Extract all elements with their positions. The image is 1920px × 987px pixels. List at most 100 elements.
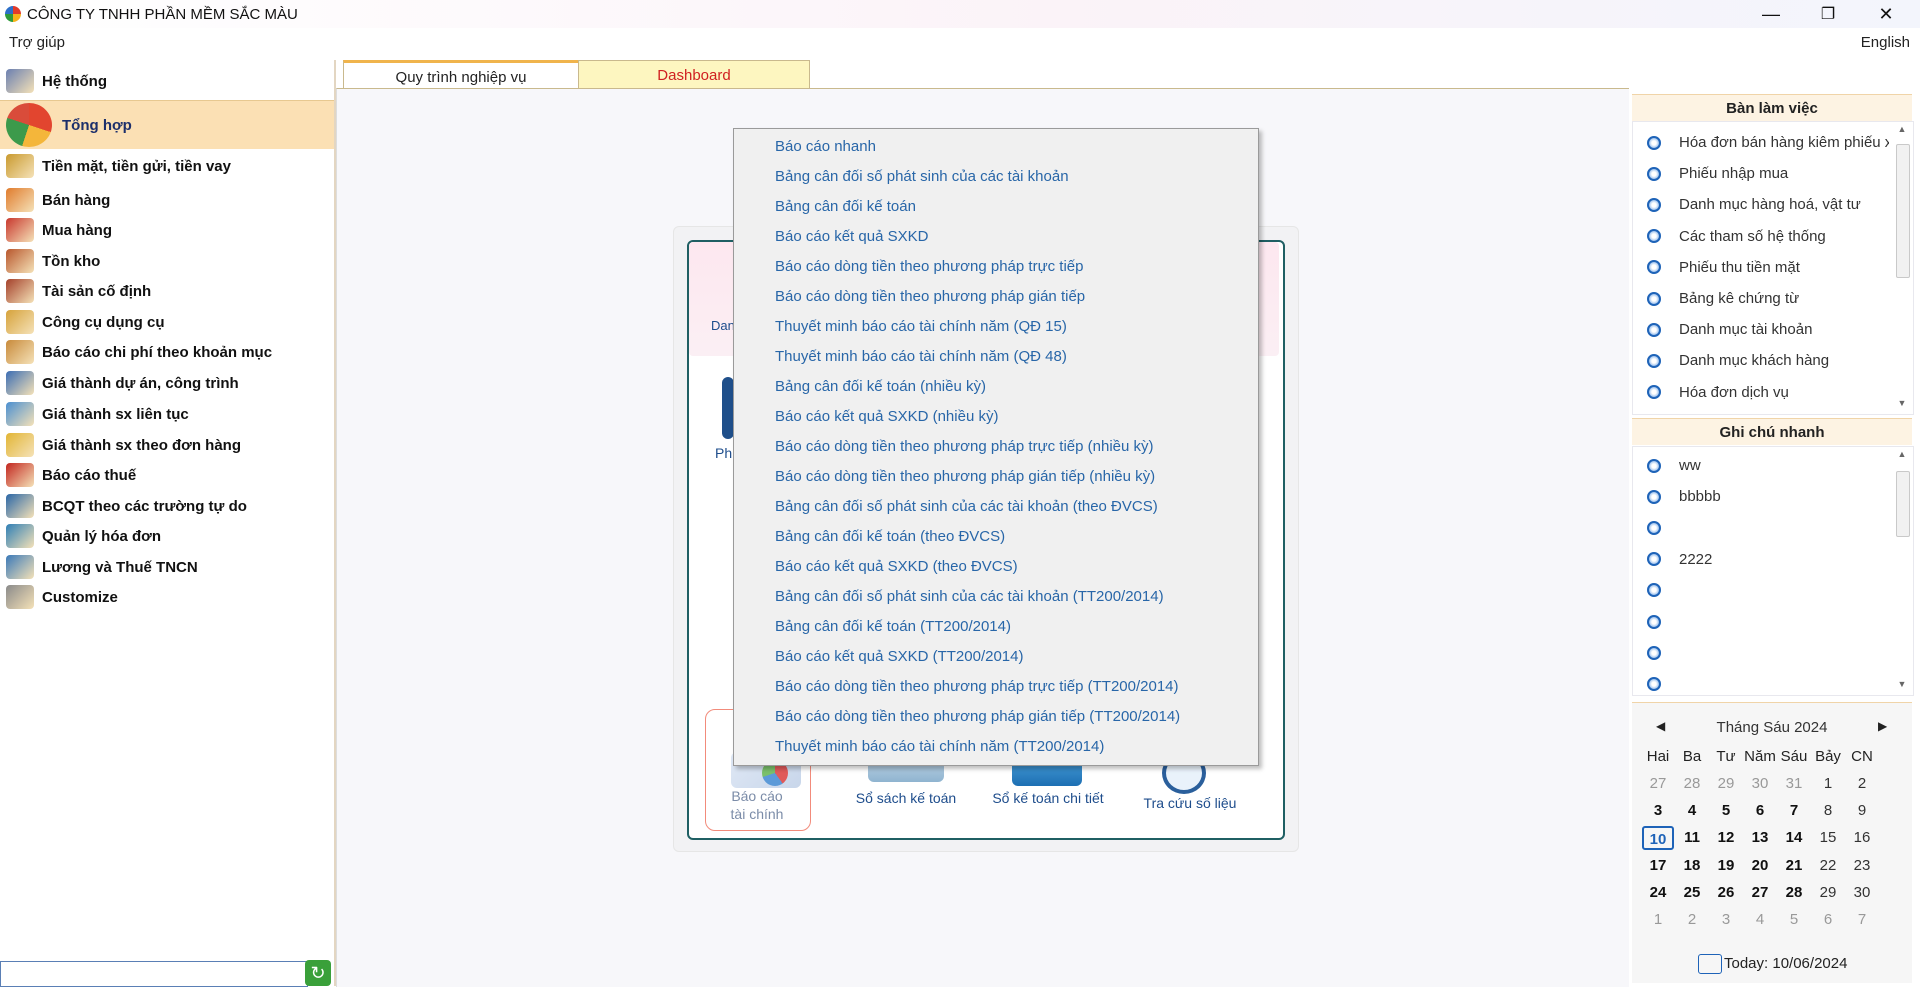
scroll-down-icon[interactable]: ▼ — [1895, 398, 1909, 408]
popup-menu-item[interactable]: Báo cáo kết quả SXKD (nhiều kỳ) — [775, 402, 998, 432]
calendar-day[interactable]: 28 — [1778, 881, 1810, 905]
nav-item[interactable]: Báo cáo chi phí theo khoản mục — [0, 335, 334, 369]
calendar-day[interactable]: 27 — [1744, 881, 1776, 905]
popup-menu-item[interactable]: Bảng cân đối số phát sinh của các tài kh… — [775, 162, 1069, 192]
nav-item[interactable]: Mua hàng — [0, 213, 334, 247]
nav-search-input[interactable] — [0, 961, 308, 987]
list-item[interactable] — [1633, 668, 1889, 695]
calendar-day[interactable]: 14 — [1778, 826, 1810, 850]
popup-menu-item[interactable]: Báo cáo nhanh — [775, 132, 876, 162]
calendar-day[interactable]: 7 — [1846, 908, 1878, 932]
scroll-down-icon[interactable]: ▼ — [1895, 679, 1909, 689]
calendar-day[interactable]: 8 — [1812, 799, 1844, 823]
list-item[interactable]: Danh mục khách hàng — [1633, 345, 1889, 376]
calendar-day[interactable]: 12 — [1710, 826, 1742, 850]
list-item[interactable] — [1633, 512, 1889, 543]
calendar-day[interactable]: 25 — [1676, 881, 1708, 905]
calendar-day[interactable]: 3 — [1642, 799, 1674, 823]
popup-menu-item[interactable]: Bảng cân đối số phát sinh của các tài kh… — [775, 492, 1158, 522]
popup-menu-item[interactable]: Báo cáo kết quả SXKD — [775, 222, 928, 252]
list-item[interactable]: Hóa đơn dịch vụ — [1633, 377, 1889, 408]
popup-menu-item[interactable]: Báo cáo dòng tiền theo phương pháp gián … — [775, 282, 1085, 312]
nav-item[interactable]: Tài sản cố định — [0, 274, 334, 308]
nav-item[interactable]: Báo cáo thuế — [0, 458, 334, 492]
popup-menu-item[interactable]: Báo cáo dòng tiền theo phương pháp gián … — [775, 702, 1180, 732]
nav-item[interactable]: Quản lý hóa đơn — [0, 519, 334, 553]
calendar-day[interactable]: 2 — [1676, 908, 1708, 932]
tab-business-process[interactable]: Quy trình nghiệp vụ — [343, 60, 579, 91]
tab-dashboard[interactable]: Dashboard — [578, 60, 810, 89]
popup-menu-item[interactable]: Thuyết minh báo cáo tài chính năm (QĐ 15… — [775, 312, 1067, 342]
language-switch[interactable]: English — [1861, 34, 1910, 51]
calendar-day[interactable]: 1 — [1812, 772, 1844, 796]
nav-item[interactable]: Giá thành sx theo đơn hàng — [0, 428, 334, 462]
popup-menu-item[interactable]: Báo cáo dòng tiền theo phương pháp trực … — [775, 252, 1083, 282]
calendar-day[interactable]: 5 — [1710, 799, 1742, 823]
scroll-thumb[interactable] — [1896, 471, 1910, 537]
calendar-day[interactable]: 6 — [1812, 908, 1844, 932]
minimize-button[interactable]: — — [1743, 0, 1799, 28]
list-item[interactable] — [1633, 637, 1889, 668]
calendar-day[interactable]: 5 — [1778, 908, 1810, 932]
nav-item[interactable]: Customize — [0, 580, 334, 614]
calendar-day[interactable]: 9 — [1846, 799, 1878, 823]
data-lookup-label[interactable]: Tra cứu số liệu — [1130, 795, 1250, 811]
calendar-day[interactable]: 11 — [1676, 826, 1708, 850]
calendar-day[interactable]: 19 — [1710, 854, 1742, 878]
popup-menu-item[interactable]: Bảng cân đối kế toán (TT200/2014) — [775, 612, 1011, 642]
calendar-day[interactable]: 31 — [1778, 772, 1810, 796]
list-item[interactable]: Danh mục hàng hoá, vật tư — [1633, 189, 1889, 220]
popup-menu-item[interactable]: Báo cáo kết quả SXKD (theo ĐVCS) — [775, 552, 1018, 582]
calendar-day[interactable]: 23 — [1846, 854, 1878, 878]
calendar-today-label[interactable]: Today: 10/06/2024 — [1724, 955, 1847, 972]
nav-item[interactable]: Công cụ dụng cụ — [0, 305, 334, 339]
today-marker-icon[interactable] — [1698, 954, 1722, 974]
calendar-day[interactable]: 26 — [1710, 881, 1742, 905]
nav-item[interactable]: Tiền mặt, tiền gửi, tiền vay — [0, 149, 334, 183]
popup-menu-item[interactable]: Báo cáo dòng tiền theo phương pháp trực … — [775, 672, 1179, 702]
detail-ledger-label[interactable]: Sổ kế toán chi tiết — [982, 790, 1114, 806]
calendar-day[interactable]: 13 — [1744, 826, 1776, 850]
list-item[interactable] — [1633, 606, 1889, 637]
list-item[interactable]: Danh mục tài khoản — [1633, 314, 1889, 345]
calendar-day[interactable]: 20 — [1744, 854, 1776, 878]
calendar-day[interactable]: 6 — [1744, 799, 1776, 823]
calendar-day[interactable]: 1 — [1642, 908, 1674, 932]
accounting-books-label[interactable]: Sổ sách kế toán — [846, 790, 966, 806]
calendar-day[interactable]: 7 — [1778, 799, 1810, 823]
calendar-day[interactable]: 2 — [1846, 772, 1878, 796]
calendar-day[interactable]: 29 — [1710, 772, 1742, 796]
nav-item[interactable]: Giá thành sx liên tục — [0, 397, 334, 431]
calendar-day[interactable]: 17 — [1642, 854, 1674, 878]
list-item[interactable]: Phiếu nhập mua — [1633, 158, 1889, 189]
list-item[interactable]: Bảng kê chứng từ — [1633, 283, 1889, 314]
popup-menu-item[interactable]: Bảng cân đối kế toán (nhiều kỳ) — [775, 372, 986, 402]
calendar-day[interactable]: 24 — [1642, 881, 1674, 905]
restore-button[interactable]: ❐ — [1800, 0, 1856, 28]
refresh-icon[interactable]: ↻ — [305, 960, 331, 986]
list-item[interactable]: Các tham số hệ thống — [1633, 221, 1889, 252]
calendar-today-cell[interactable]: 10 — [1642, 826, 1674, 851]
nav-item[interactable]: Lương và Thuế TNCN — [0, 550, 334, 584]
calendar-day[interactable]: 15 — [1812, 826, 1844, 850]
popup-menu-item[interactable]: Bảng cân đối số phát sinh của các tài kh… — [775, 582, 1164, 612]
calendar-day[interactable]: 29 — [1812, 881, 1844, 905]
list-item[interactable]: Phiếu thu tiền mặt — [1633, 252, 1889, 283]
calendar-day[interactable]: 4 — [1676, 799, 1708, 823]
nav-item[interactable]: Bán hàng — [0, 183, 334, 217]
list-item[interactable]: bbbbb — [1633, 481, 1889, 512]
list-item[interactable]: ww — [1633, 450, 1889, 481]
workdesk-scrollbar[interactable]: ▲ ▼ — [1895, 122, 1910, 414]
nav-item[interactable]: Hệ thống — [0, 64, 334, 98]
popup-menu-item[interactable]: Báo cáo kết quả SXKD (TT200/2014) — [775, 642, 1023, 672]
nav-item[interactable]: Tồn kho — [0, 244, 334, 278]
calendar-next-icon[interactable]: ▶ — [1878, 719, 1887, 733]
popup-menu-item[interactable]: Bảng cân đối kế toán — [775, 192, 916, 222]
calendar-day[interactable]: 18 — [1676, 854, 1708, 878]
popup-menu-item[interactable]: Báo cáo dòng tiền theo phương pháp trực … — [775, 432, 1154, 462]
calendar-day[interactable]: 27 — [1642, 772, 1674, 796]
calendar-day[interactable]: 3 — [1710, 908, 1742, 932]
calendar-day[interactable]: 22 — [1812, 854, 1844, 878]
notes-scrollbar[interactable]: ▲ ▼ — [1895, 447, 1910, 695]
list-item[interactable] — [1633, 575, 1889, 606]
